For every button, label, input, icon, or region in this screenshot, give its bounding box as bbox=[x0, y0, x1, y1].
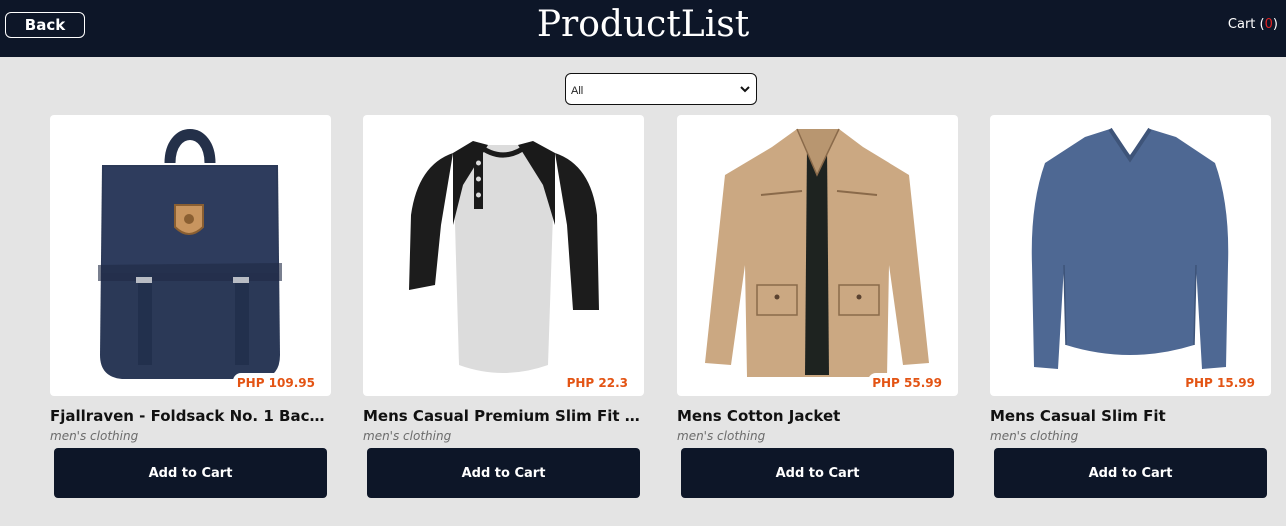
tshirt-image bbox=[409, 141, 599, 373]
add-to-cart-button[interactable]: Add to Cart bbox=[367, 448, 640, 498]
product-price: PHP 22.3 bbox=[562, 373, 642, 392]
product-price: PHP 15.99 bbox=[1181, 373, 1269, 392]
product-image-box[interactable]: PHP 109.95 bbox=[50, 115, 331, 396]
product-name[interactable]: Mens Cotton Jacket bbox=[677, 407, 957, 425]
product-card: PHP 55.99 Mens Cotton Jacket men's cloth… bbox=[677, 115, 959, 498]
cart-link[interactable]: Cart (0) bbox=[1228, 17, 1278, 32]
product-image-box[interactable]: PHP 15.99 bbox=[990, 115, 1271, 396]
product-card: PHP 15.99 Mens Casual Slim Fit men's clo… bbox=[990, 115, 1272, 498]
product-image-box[interactable]: PHP 22.3 bbox=[363, 115, 644, 396]
product-name[interactable]: Mens Casual Premium Slim Fit T-... bbox=[363, 407, 643, 425]
backpack-image bbox=[98, 129, 282, 379]
chevron-down-icon bbox=[740, 86, 750, 93]
add-to-cart-button[interactable]: Add to Cart bbox=[994, 448, 1267, 498]
product-category: men's clothing bbox=[677, 429, 766, 443]
add-to-cart-button[interactable]: Add to Cart bbox=[681, 448, 954, 498]
cart-count: 0 bbox=[1264, 17, 1273, 32]
product-name[interactable]: Fjallraven - Foldsack No. 1 Backpac... bbox=[50, 407, 330, 425]
product-price: PHP 109.95 bbox=[232, 373, 329, 392]
jacket-image bbox=[705, 128, 929, 377]
category-select-value: All bbox=[571, 84, 584, 97]
cart-label: Cart bbox=[1227, 17, 1256, 32]
product-category: men's clothing bbox=[990, 429, 1079, 443]
top-navbar: Back ProductList Cart (0) bbox=[0, 0, 1286, 57]
category-select[interactable]: All bbox=[565, 73, 757, 105]
product-card: PHP 109.95 Fjallraven - Foldsack No. 1 B… bbox=[50, 115, 332, 498]
product-category: men's clothing bbox=[363, 429, 452, 443]
product-name[interactable]: Mens Casual Slim Fit bbox=[990, 407, 1270, 425]
product-image-box[interactable]: PHP 55.99 bbox=[677, 115, 958, 396]
add-to-cart-button[interactable]: Add to Cart bbox=[54, 448, 327, 498]
page-title: ProductList bbox=[536, 4, 750, 45]
product-card: PHP 22.3 Mens Casual Premium Slim Fit T-… bbox=[363, 115, 645, 498]
product-category: men's clothing bbox=[50, 429, 139, 443]
product-price: PHP 55.99 bbox=[868, 373, 956, 392]
longsleeve-shirt-image bbox=[1031, 127, 1229, 369]
